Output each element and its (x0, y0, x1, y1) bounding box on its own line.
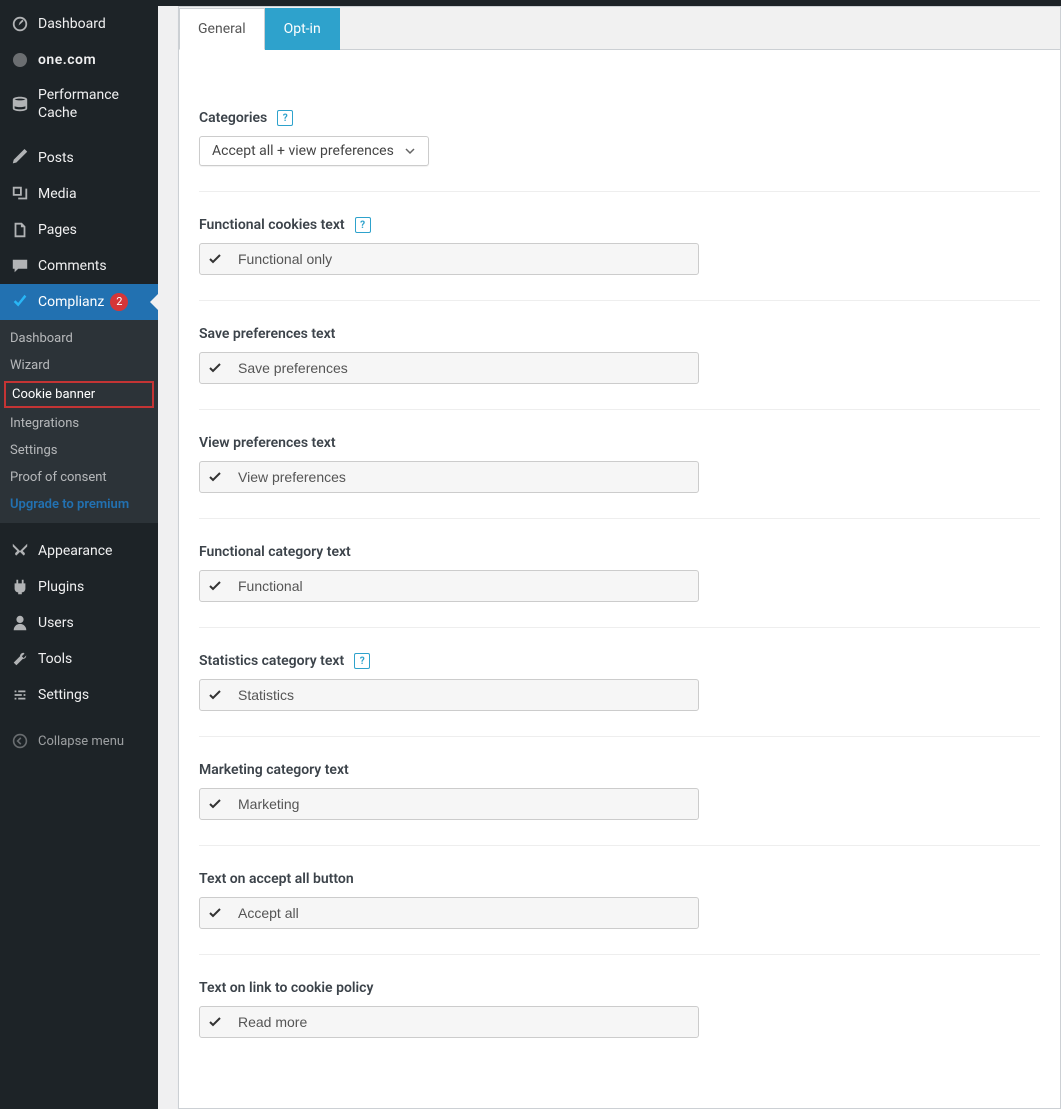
sidebar-item-label: Tools (38, 650, 72, 668)
comments-icon (10, 256, 30, 276)
checkmark-icon (200, 252, 230, 266)
stats-cat-input[interactable] (230, 680, 698, 710)
sidebar-item-label: Performance Cache (38, 86, 148, 122)
categories-select[interactable]: Accept all + view preferences (199, 136, 429, 166)
checkmark-icon (200, 906, 230, 920)
sidebar-item-label: Complianz (38, 293, 104, 311)
settings-panel: General Opt-in Categories ? Accept all +… (178, 6, 1061, 1109)
functional-cookies-label: Functional cookies text (199, 217, 345, 233)
sidebar-item-label: Dashboard (38, 15, 106, 33)
tab-general[interactable]: General (179, 8, 265, 50)
sidebar-item-media[interactable]: Media (0, 176, 158, 212)
sidebar-item-dashboard[interactable]: Dashboard (0, 6, 158, 42)
save-prefs-input[interactable] (230, 353, 698, 383)
stats-cat-label: Statistics category text (199, 653, 344, 669)
marketing-cat-input[interactable] (230, 789, 698, 819)
form-content: Categories ? Accept all + view preferenc… (179, 50, 1060, 1108)
submenu-integrations[interactable]: Integrations (0, 410, 158, 437)
accept-all-label: Text on accept all button (199, 871, 354, 887)
dashboard-icon (10, 14, 30, 34)
view-prefs-input[interactable] (230, 462, 698, 492)
submenu-proof-consent[interactable]: Proof of consent (0, 464, 158, 491)
field-save-prefs: Save preferences text (199, 326, 1040, 410)
submenu-wizard[interactable]: Wizard (0, 352, 158, 379)
collapse-label: Collapse menu (38, 734, 124, 749)
checkmark-icon (200, 579, 230, 593)
sidebar-item-appearance[interactable]: Appearance (0, 533, 158, 569)
sidebar-item-label: Media (38, 185, 77, 203)
collapse-icon (10, 731, 30, 751)
marketing-cat-label: Marketing category text (199, 762, 349, 778)
sidebar-item-pages[interactable]: Pages (0, 212, 158, 248)
field-accept-all: Text on accept all button (199, 871, 1040, 955)
cookie-policy-label: Text on link to cookie policy (199, 980, 373, 996)
save-prefs-label: Save preferences text (199, 326, 335, 342)
sidebar-item-performance-cache[interactable]: Performance Cache (0, 78, 158, 130)
functional-cat-input[interactable] (230, 571, 698, 601)
sidebar-item-label: Settings (38, 686, 89, 704)
checkmark-icon (200, 688, 230, 702)
submenu-cookie-banner[interactable]: Cookie banner (4, 381, 154, 408)
field-stats-cat: Statistics category text ? (199, 653, 1040, 737)
sidebar-item-label: Plugins (38, 578, 84, 596)
checkmark-icon (200, 470, 230, 484)
sidebar-item-label: Pages (38, 221, 77, 239)
checkmark-icon (200, 1015, 230, 1029)
accept-all-input[interactable] (230, 898, 698, 928)
cache-icon (10, 94, 30, 114)
sidebar-item-label: Appearance (38, 542, 112, 560)
help-icon[interactable]: ? (277, 110, 293, 126)
sidebar-item-settings[interactable]: Settings (0, 677, 158, 713)
users-icon (10, 613, 30, 633)
admin-topbar (0, 0, 1061, 6)
field-view-prefs: View preferences text (199, 435, 1040, 519)
field-cookie-policy: Text on link to cookie policy (199, 980, 1040, 1063)
sidebar-item-plugins[interactable]: Plugins (0, 569, 158, 605)
pages-icon (10, 220, 30, 240)
checkmark-icon (200, 797, 230, 811)
tab-optin[interactable]: Opt-in (265, 8, 340, 50)
sidebar-item-label: Users (38, 614, 74, 632)
sidebar-item-comments[interactable]: Comments (0, 248, 158, 284)
plugins-icon (10, 577, 30, 597)
sidebar-item-label: one.com (38, 51, 96, 69)
functional-cat-label: Functional category text (199, 544, 351, 560)
tools-icon (10, 649, 30, 669)
help-icon[interactable]: ? (354, 653, 370, 669)
submenu-upgrade[interactable]: Upgrade to premium (0, 491, 158, 518)
field-functional-cat: Functional category text (199, 544, 1040, 628)
chevron-down-icon (404, 145, 416, 157)
media-icon (10, 184, 30, 204)
categories-label: Categories (199, 110, 267, 126)
submenu-settings[interactable]: Settings (0, 437, 158, 464)
field-categories: Categories ? Accept all + view preferenc… (199, 110, 1040, 192)
sidebar-item-label: Comments (38, 257, 107, 275)
complianz-icon (10, 292, 30, 312)
collapse-menu[interactable]: Collapse menu (0, 721, 158, 761)
tab-bar: General Opt-in (179, 7, 1060, 50)
checkmark-icon (200, 361, 230, 375)
admin-sidebar: Dashboard one.com Performance Cache Post… (0, 0, 158, 1109)
appearance-icon (10, 541, 30, 561)
cookie-policy-input[interactable] (230, 1007, 698, 1037)
submenu-dashboard[interactable]: Dashboard (0, 325, 158, 352)
sidebar-item-label: Posts (38, 149, 74, 167)
complianz-submenu: Dashboard Wizard Cookie banner Integrati… (0, 320, 158, 523)
sidebar-badge: 2 (110, 293, 128, 311)
sidebar-item-users[interactable]: Users (0, 605, 158, 641)
sidebar-item-onecom[interactable]: one.com (0, 42, 158, 78)
sidebar-item-complianz[interactable]: Complianz 2 (0, 284, 158, 320)
main-content: General Opt-in Categories ? Accept all +… (158, 0, 1061, 1109)
functional-cookies-input[interactable] (230, 244, 698, 274)
categories-value: Accept all + view preferences (212, 143, 394, 159)
sidebar-item-posts[interactable]: Posts (0, 140, 158, 176)
settings-icon (10, 685, 30, 705)
field-marketing-cat: Marketing category text (199, 762, 1040, 846)
posts-icon (10, 148, 30, 168)
sidebar-item-tools[interactable]: Tools (0, 641, 158, 677)
help-icon[interactable]: ? (355, 217, 371, 233)
field-functional-cookies: Functional cookies text ? (199, 217, 1040, 301)
onecom-icon (10, 50, 30, 70)
view-prefs-label: View preferences text (199, 435, 336, 451)
